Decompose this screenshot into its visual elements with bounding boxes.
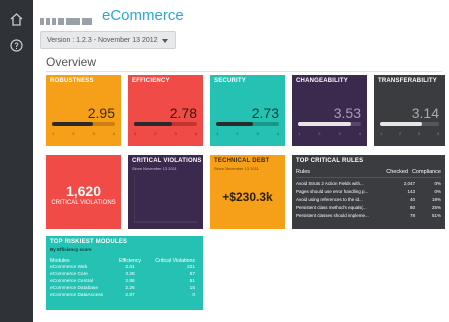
tile-title: ROBUSTNESS [50, 78, 94, 84]
efficiency-tile[interactable]: EFFICIENCY 2.78 1234 [128, 75, 203, 146]
panel-subtitle: By Efficiency score [50, 247, 92, 252]
violations-count-label: CRITICAL VIOLATIONS [51, 200, 116, 206]
score-bar-fill [134, 122, 172, 126]
modules-table-header: Modules Efficiency Critical Violations [50, 257, 195, 264]
section-title: Overview [46, 55, 97, 69]
tile-title: TRANSFERABILITY [378, 78, 437, 84]
tile-value: 3.53 [333, 105, 361, 121]
critical-violations-count-tile[interactable]: 1,620 CRITICAL VIOLATIONS [46, 155, 121, 229]
top-riskiest-modules-panel: TOP RISKIEST MODULES By Efficiency score… [46, 236, 203, 310]
table-row[interactable]: eCommerce Database 2.26 15 [50, 285, 199, 292]
tile-subtitle: Since November 13 2011 [214, 166, 259, 171]
score-bar-fill [380, 122, 422, 126]
tile-value: 2.78 [169, 105, 197, 121]
score-ticks: 1234 [216, 131, 279, 136]
version-select[interactable]: Version : 1.2.3 - November 13 2012 [40, 31, 176, 49]
score-bar [216, 122, 279, 126]
tile-value: 2.95 [87, 105, 115, 121]
rules-table-header: Rules Checked Compliance [296, 169, 441, 178]
help-icon[interactable] [9, 38, 24, 53]
table-row[interactable]: Avoid Struts 2 Action Fields with... 2,04… [296, 179, 441, 187]
tile-title: SECURITY [214, 78, 246, 84]
table-row[interactable]: Persistent class method's equals(... 80 25… [296, 203, 441, 211]
tile-title: CHANGEABILITY [296, 78, 348, 84]
score-ticks: 1234 [380, 131, 439, 136]
critical-violations-trend-tile[interactable]: CRITICAL VIOLATIONS Since November 13 20… [128, 155, 203, 229]
app-title: eCommerce [102, 7, 184, 24]
score-bar [380, 122, 439, 126]
score-bar [298, 122, 361, 126]
tech-debt-value: +$230.3k [222, 190, 273, 204]
table-row[interactable]: Pages should use error handling p... 143 0… [296, 187, 441, 195]
violations-count: 1,620 [65, 183, 102, 199]
score-ticks: 1234 [134, 131, 197, 136]
tile-title: TECHNICAL DEBT [214, 158, 270, 164]
robustness-tile[interactable]: ROBUSTNESS 2.95 1234 [46, 75, 121, 146]
modules-table: Modules Efficiency Critical Violations eCo… [50, 257, 199, 299]
top-critical-rules-panel: TOP CRITICAL RULES Rules Checked Complia… [292, 155, 445, 229]
rules-table: Avoid Struts 2 Action Fields with... 2,04… [296, 179, 441, 219]
table-row[interactable]: Avoid using references to the id... 40 19% [296, 195, 441, 203]
tile-title: CRITICAL VIOLATIONS [132, 158, 202, 164]
score-bar [52, 122, 115, 126]
transferability-tile[interactable]: TRANSFERABILITY 3.14 1234 [374, 75, 445, 146]
divider [46, 71, 442, 72]
score-bar-fill [52, 122, 93, 126]
score-bar-fill [216, 122, 253, 126]
left-sidebar [0, 0, 33, 322]
table-row[interactable]: eCommerce Central 2.86 51 [50, 278, 199, 285]
violations-trend-chart [134, 177, 197, 223]
technical-debt-tile[interactable]: TECHNICAL DEBT Since November 13 2011 +$… [210, 155, 285, 229]
score-ticks: 1234 [52, 131, 115, 136]
table-row[interactable]: eCommerce Web 2.61 221 [50, 264, 199, 271]
table-row[interactable]: eCommerce DataAccess 2.87 0 [50, 292, 199, 299]
tile-value: 3.14 [411, 105, 439, 121]
table-row[interactable]: eCommerce Core 3.28 67 [50, 271, 199, 278]
tile-title: EFFICIENCY [132, 78, 170, 84]
home-icon[interactable] [9, 12, 24, 27]
tile-value: 2.73 [251, 105, 279, 121]
changeability-tile[interactable]: CHANGEABILITY 3.53 1234 [292, 75, 367, 146]
score-bar [134, 122, 197, 126]
brand-logo [40, 13, 96, 26]
score-bar-fill [298, 122, 351, 126]
version-label: Version : 1.2.3 - November 13 2012 [47, 37, 158, 44]
score-ticks: 1234 [298, 131, 361, 136]
app-window: eCommerce Version : 1.2.3 - November 13 … [0, 0, 449, 322]
panel-title: TOP CRITICAL RULES [296, 158, 364, 164]
tile-subtitle: Since November 13 2011 [132, 166, 177, 171]
panel-title: TOP RISKIEST MODULES [50, 239, 128, 245]
chevron-down-icon [162, 39, 168, 43]
table-row[interactable]: Persistent classes should impleme... 78 51… [296, 211, 441, 219]
security-tile[interactable]: SECURITY 2.73 1234 [210, 75, 285, 146]
